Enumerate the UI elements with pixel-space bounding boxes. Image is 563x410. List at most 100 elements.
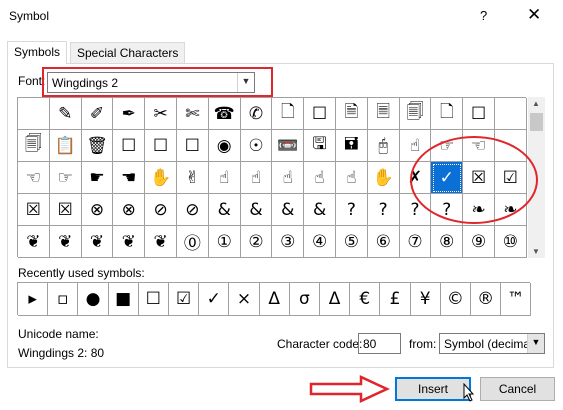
symbol-cell[interactable]: ⓪ xyxy=(177,226,209,258)
symbol-cell[interactable]: ☜ xyxy=(18,162,50,194)
symbol-cell[interactable]: ⑩ xyxy=(495,226,527,258)
symbol-cell[interactable]: ✄ xyxy=(177,98,209,130)
recent-symbol-cell[interactable]: ☐ xyxy=(138,283,169,316)
symbol-cell[interactable]: 🗋 xyxy=(272,98,305,130)
symbol-cell[interactable]: ✌ xyxy=(177,162,209,194)
scroll-up-icon[interactable]: ▲ xyxy=(532,99,540,108)
symbol-cell[interactable]: ☒ xyxy=(18,194,50,226)
symbol-cell[interactable]: ☒ xyxy=(49,194,82,226)
recent-symbol-cell[interactable]: ▫ xyxy=(48,283,79,316)
symbol-cell[interactable]: ? xyxy=(367,194,400,226)
scroll-down-icon[interactable]: ▼ xyxy=(532,247,540,256)
symbol-cell[interactable]: 📼 xyxy=(272,130,305,162)
recent-symbol-cell[interactable]: ® xyxy=(471,283,502,316)
recent-symbol-cell[interactable]: σ xyxy=(289,283,320,316)
symbol-cell[interactable]: ⑧ xyxy=(431,226,464,258)
symbol-cell[interactable]: ☐ xyxy=(113,130,146,162)
symbol-cell[interactable]: ✋ xyxy=(367,162,400,194)
symbol-cell[interactable]: 🗏 xyxy=(367,98,400,130)
from-combo[interactable]: Symbol (decimal) ▼ xyxy=(439,333,545,354)
symbol-cell[interactable]: ③ xyxy=(272,226,305,258)
symbol-cell[interactable]: & xyxy=(304,194,336,226)
recent-symbol-cell[interactable]: © xyxy=(440,283,471,316)
symbol-cell[interactable]: ☝ xyxy=(304,162,336,194)
symbol-cell[interactable]: ② xyxy=(240,226,273,258)
recent-symbol-cell[interactable]: ¥ xyxy=(410,283,441,316)
symbol-cell[interactable]: ☎ xyxy=(208,98,241,130)
cancel-button[interactable]: Cancel xyxy=(480,377,555,401)
recent-symbol-cell[interactable]: ☑ xyxy=(169,283,200,316)
symbol-cell[interactable]: ✂ xyxy=(145,98,177,130)
unicode-name-label: Unicode name: xyxy=(18,327,99,341)
symbol-cell[interactable]: ⑤ xyxy=(336,226,368,258)
close-button[interactable]: ✕ xyxy=(527,5,541,25)
recent-symbol-cell[interactable]: × xyxy=(229,283,260,316)
symbol-cell[interactable]: ❦ xyxy=(113,226,146,258)
symbol-cell[interactable]: ☐ xyxy=(463,98,495,130)
symbol-cell[interactable]: ✋ xyxy=(145,162,177,194)
symbol-cell[interactable]: ❦ xyxy=(49,226,82,258)
symbol-cell[interactable]: ✎ xyxy=(49,98,82,130)
symbol-cell[interactable]: ◉ xyxy=(208,130,241,162)
symbol-cell[interactable]: ☛ xyxy=(81,162,114,194)
symbol-cell[interactable]: ☝ xyxy=(336,162,368,194)
symbol-cell[interactable]: ☐ xyxy=(304,98,336,130)
window-title: Symbol xyxy=(9,9,50,23)
recent-symbol-cell[interactable]: ▸ xyxy=(18,283,49,316)
symbol-cell[interactable]: 🖬 xyxy=(336,130,368,162)
symbol-cell[interactable]: 🗋 xyxy=(431,98,464,130)
symbol-cell[interactable]: 🖰 xyxy=(367,130,400,162)
symbol-cell[interactable]: ☐ xyxy=(145,130,177,162)
symbol-cell[interactable]: & xyxy=(208,194,241,226)
symbol-cell[interactable]: ① xyxy=(208,226,241,258)
scroll-thumb[interactable] xyxy=(530,113,543,131)
help-button[interactable]: ? xyxy=(480,8,487,23)
recent-symbol-cell[interactable]: ™ xyxy=(501,283,532,316)
symbol-cell[interactable]: 🗎 xyxy=(336,98,368,130)
symbol-cell[interactable]: 🗑 xyxy=(81,130,114,162)
symbol-cell[interactable]: 🗐 xyxy=(399,98,432,130)
symbol-cell[interactable]: ❦ xyxy=(145,226,177,258)
title-bar xyxy=(0,0,563,33)
symbol-cell[interactable]: ☉ xyxy=(240,130,273,162)
recent-symbol-cell[interactable]: ■ xyxy=(108,283,139,316)
symbol-cell[interactable]: ☐ xyxy=(177,130,209,162)
symbol-cell[interactable] xyxy=(495,98,527,130)
symbol-cell[interactable]: ⑥ xyxy=(367,226,400,258)
recent-symbol-cell[interactable]: ● xyxy=(78,283,109,316)
symbol-cell[interactable]: ✒ xyxy=(113,98,146,130)
symbol-cell[interactable]: ✐ xyxy=(81,98,114,130)
symbol-cell[interactable]: 🖫 xyxy=(304,130,336,162)
tab-symbols[interactable]: Symbols xyxy=(7,41,68,64)
symbol-cell[interactable]: ⊘ xyxy=(145,194,177,226)
symbol-cell[interactable]: ❦ xyxy=(18,226,50,258)
symbol-cell[interactable]: ☝ xyxy=(240,162,273,194)
symbol-cell[interactable]: ⊘ xyxy=(177,194,209,226)
symbol-cell[interactable]: ⊗ xyxy=(113,194,146,226)
recent-symbol-cell[interactable]: Δ xyxy=(320,283,351,316)
symbol-cell[interactable]: ☝ xyxy=(272,162,305,194)
recent-symbol-cell[interactable]: ✓ xyxy=(199,283,230,316)
recent-symbol-cell[interactable]: € xyxy=(350,283,381,316)
recent-symbol-cell[interactable]: Δ xyxy=(259,283,290,316)
symbol-cell[interactable]: 📋 xyxy=(49,130,82,162)
symbol-cell[interactable]: ⊗ xyxy=(81,194,114,226)
symbol-cell[interactable]: ☚ xyxy=(113,162,146,194)
symbol-cell[interactable]: ? xyxy=(336,194,368,226)
symbol-cell[interactable]: 🗐 xyxy=(18,130,50,162)
symbol-cell[interactable]: & xyxy=(272,194,305,226)
symbol-cell[interactable] xyxy=(18,98,50,130)
tab-special-characters[interactable]: Special Characters xyxy=(70,42,186,63)
symbol-cell[interactable]: ☝ xyxy=(208,162,241,194)
symbol-cell[interactable]: ⑨ xyxy=(463,226,495,258)
symbol-cell[interactable]: ❦ xyxy=(81,226,114,258)
symbol-cell[interactable]: ⑦ xyxy=(399,226,432,258)
character-code-field[interactable]: 80 xyxy=(358,333,401,354)
chevron-down-icon[interactable]: ▼ xyxy=(527,334,544,353)
insert-button[interactable]: Insert xyxy=(395,377,471,401)
symbol-cell[interactable]: ✆ xyxy=(240,98,273,130)
symbol-cell[interactable]: & xyxy=(240,194,273,226)
recent-symbol-cell[interactable]: £ xyxy=(380,283,411,316)
symbol-cell[interactable]: ④ xyxy=(304,226,336,258)
symbol-cell[interactable]: ☞ xyxy=(49,162,82,194)
